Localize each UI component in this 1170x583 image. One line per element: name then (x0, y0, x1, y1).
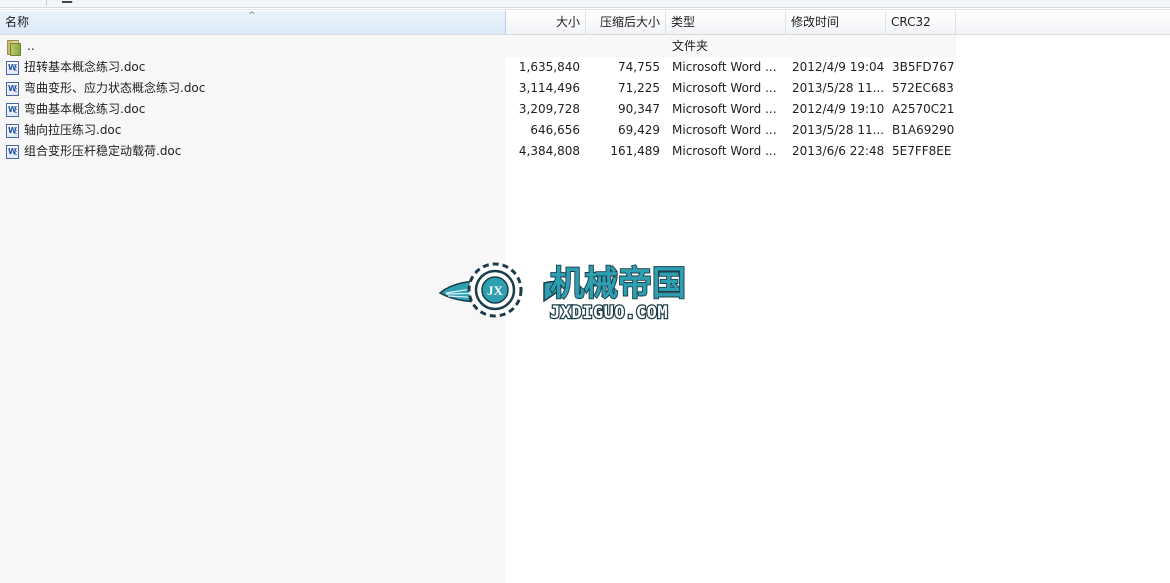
file-size: 3,114,496 (518, 81, 580, 95)
table-row[interactable]: 弯曲变形、应力状态概念练习.doc 3,114,496 71,225 Micro… (0, 78, 956, 99)
toolbar-button[interactable] (0, 0, 47, 6)
file-name: 弯曲变形、应力状态概念练习.doc (24, 81, 206, 95)
file-type: 文件夹 (672, 39, 709, 53)
watermark-title: 机械帝国 (550, 264, 686, 304)
table-row[interactable]: 弯曲基本概念练习.doc 3,209,728 90,347 Microsoft … (0, 99, 956, 120)
toolbar-icon[interactable] (62, 1, 73, 3)
file-size: 646,656 (530, 123, 580, 137)
file-name: 弯曲基本概念练习.doc (24, 102, 146, 116)
file-type: Microsoft Word ... (672, 123, 777, 137)
file-name-cell: 弯曲基本概念练习.doc (6, 99, 501, 120)
column-header-name[interactable]: 名称 ^ (0, 11, 506, 34)
file-packed-size: 90,347 (618, 102, 660, 116)
column-header-type[interactable]: 类型 (666, 11, 786, 34)
file-packed-size: 161,489 (610, 144, 660, 158)
toolbar-button[interactable] (48, 0, 58, 6)
file-name-cell: .. (6, 36, 501, 57)
file-name: 轴向拉压练习.doc (24, 123, 122, 137)
file-packed-size: 69,429 (618, 123, 660, 137)
column-header-size[interactable]: 大小 (506, 11, 586, 34)
file-name-cell: 弯曲变形、应力状态概念练习.doc (6, 78, 501, 99)
watermark-url: JXDIGUO.COM (550, 303, 668, 323)
file-size: 1,635,840 (518, 60, 580, 74)
column-header-name-label: 名称 (5, 15, 30, 29)
divider (0, 9, 1170, 10)
column-header-modified-label: 修改时间 (791, 15, 840, 29)
file-name-cell: 扭转基本概念练习.doc (6, 57, 501, 78)
file-modified: 2013/6/6 22:48 (792, 144, 884, 158)
file-modified: 2013/5/28 11... (792, 81, 884, 95)
column-header-packed-label: 压缩后大小 (599, 15, 660, 29)
file-name: 组合变形压杆稳定动载荷.doc (24, 144, 182, 158)
file-size: 4,384,808 (518, 144, 580, 158)
file-name-cell: 组合变形压杆稳定动载荷.doc (6, 141, 501, 162)
file-packed-size: 74,755 (618, 60, 660, 74)
watermark-logo: JX 机械帝国 JXDIGUO.COM (438, 262, 687, 324)
file-crc: 5E7FF8EE (892, 144, 952, 158)
file-crc: 572EC683 (892, 81, 954, 95)
file-crc: 3B5FD767 (892, 60, 954, 74)
file-type: Microsoft Word ... (672, 102, 777, 116)
file-name: .. (27, 39, 35, 53)
column-header: 名称 ^ 大小 压缩后大小 类型 修改时间 CRC32 (0, 11, 1170, 35)
file-size: 3,209,728 (518, 102, 580, 116)
file-modified: 2013/5/28 11... (792, 123, 884, 137)
table-row[interactable]: 组合变形压杆稳定动载荷.doc 4,384,808 161,489 Micros… (0, 141, 956, 162)
file-modified: 2012/4/9 19:04 (792, 60, 884, 74)
file-name-cell: 轴向拉压练习.doc (6, 120, 501, 141)
column-header-size-label: 大小 (555, 15, 580, 29)
column-header-packed-size[interactable]: 压缩后大小 (586, 11, 666, 34)
word-document-icon (6, 144, 19, 159)
column-header-type-label: 类型 (671, 15, 696, 29)
file-modified: 2012/4/9 19:10 (792, 102, 884, 116)
file-crc: B1A69290 (892, 123, 954, 137)
word-document-icon (6, 60, 19, 75)
column-header-crc-label: CRC32 (891, 15, 931, 29)
file-type: Microsoft Word ... (672, 60, 777, 74)
word-document-icon (6, 102, 19, 117)
file-crc: A2570C21 (892, 102, 954, 116)
sort-ascending-icon: ^ (248, 11, 256, 21)
file-name: 扭转基本概念练习.doc (24, 60, 146, 74)
folder-icon (6, 39, 21, 56)
emblem-text: JX (487, 283, 504, 298)
word-document-icon (6, 123, 19, 138)
file-type: Microsoft Word ... (672, 144, 777, 158)
file-packed-size: 71,225 (618, 81, 660, 95)
toolbar-strip (0, 0, 1170, 8)
column-header-crc[interactable]: CRC32 (886, 11, 956, 34)
table-row[interactable]: 轴向拉压练习.doc 646,656 69,429 Microsoft Word… (0, 120, 956, 141)
table-row[interactable]: 扭转基本概念练习.doc 1,635,840 74,755 Microsoft … (0, 57, 956, 78)
file-type: Microsoft Word ... (672, 81, 777, 95)
word-document-icon (6, 81, 19, 96)
column-header-modified[interactable]: 修改时间 (786, 11, 886, 34)
list-item-parent-folder[interactable]: .. 文件夹 (0, 36, 956, 57)
